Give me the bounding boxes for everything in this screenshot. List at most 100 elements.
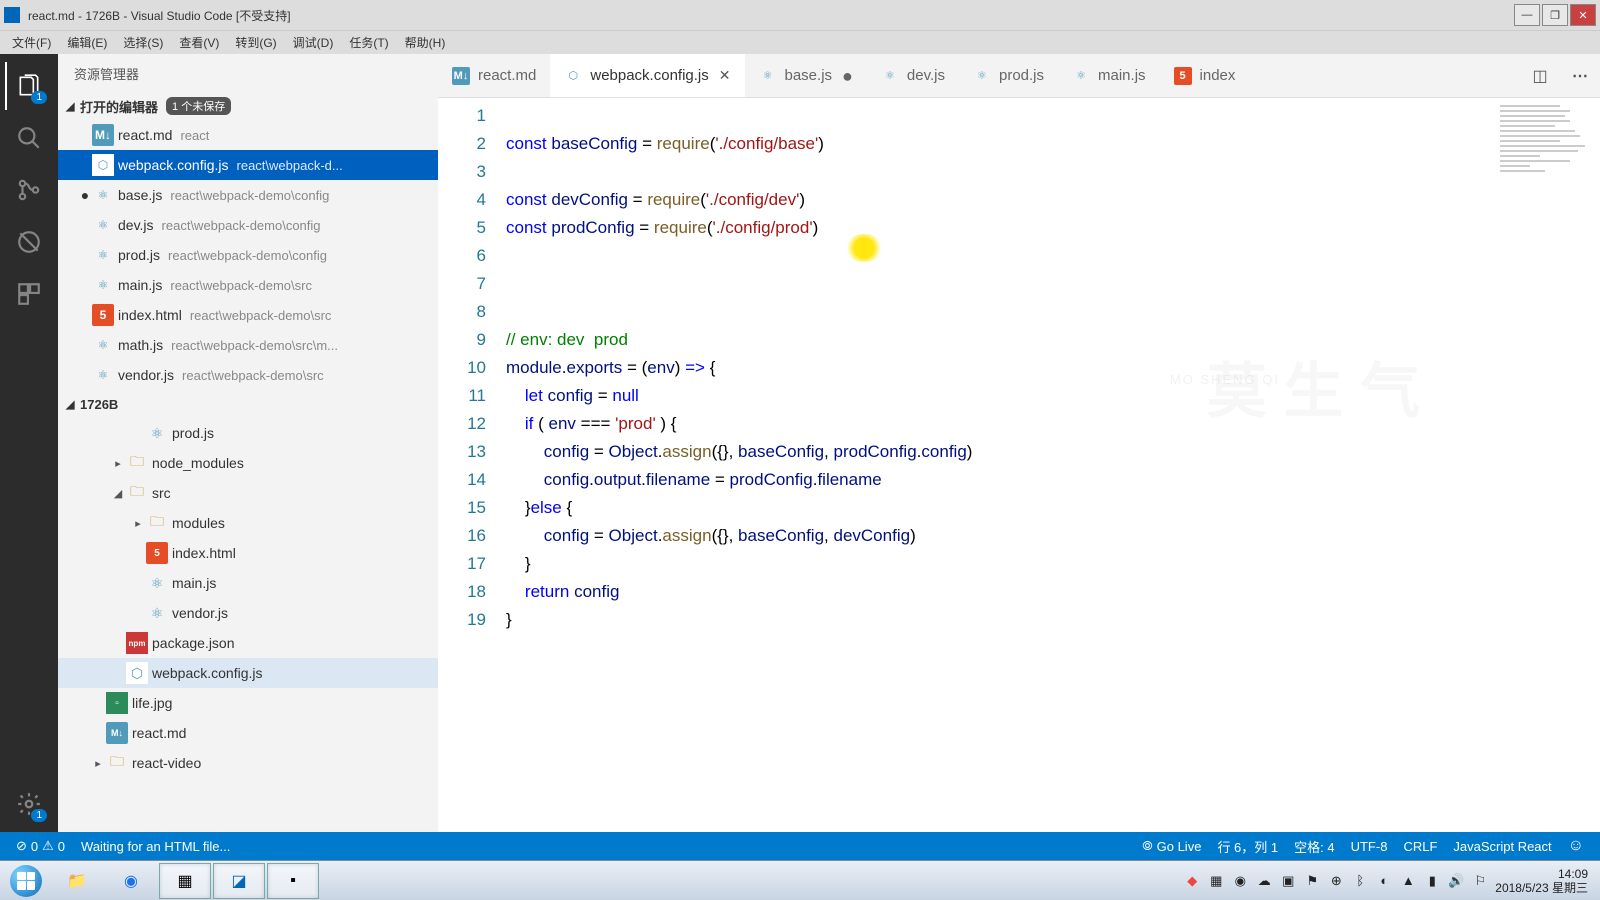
tree-item[interactable]: ◢🗀src xyxy=(58,478,438,508)
tray-icon[interactable]: ⊕ xyxy=(1327,872,1345,890)
tray-icon[interactable]: ◐ xyxy=(1375,872,1393,890)
settings-icon[interactable]: 1 xyxy=(5,780,53,828)
open-editor-item[interactable]: ⚛math.jsreact\webpack-demo\src\m... xyxy=(58,330,438,360)
open-editor-item[interactable]: ⬡webpack.config.jsreact\webpack-d... xyxy=(58,150,438,180)
open-editor-item[interactable]: ●⚛base.jsreact\webpack-demo\config xyxy=(58,180,438,210)
start-button[interactable] xyxy=(2,863,50,899)
clock[interactable]: 14:09 2018/5/23 星期三 xyxy=(1495,867,1592,895)
split-editor-icon[interactable]: ◫ xyxy=(1520,54,1560,97)
tree-item[interactable]: M↓react.md xyxy=(58,718,438,748)
menu-file[interactable]: 文件(F) xyxy=(4,34,59,51)
tree-item[interactable]: ▫life.jpg xyxy=(58,688,438,718)
tree-item[interactable]: ▸🗀modules xyxy=(58,508,438,538)
status-message[interactable]: Waiting for an HTML file... xyxy=(73,839,238,854)
menu-selection[interactable]: 选择(S) xyxy=(115,34,171,51)
status-spaces[interactable]: 空格: 4 xyxy=(1286,837,1342,856)
tray-icon[interactable]: ⚑ xyxy=(1303,872,1321,890)
editor-tab[interactable]: ⚛dev.js xyxy=(867,54,959,97)
tray-icon[interactable]: ☁ xyxy=(1255,872,1273,890)
tray-icon[interactable]: ◆ xyxy=(1183,872,1201,890)
tree-item[interactable]: ▸🗀node_modules xyxy=(58,448,438,478)
tree-item[interactable]: ⚛vendor.js xyxy=(58,598,438,628)
file-name: base.js xyxy=(118,187,162,203)
taskbar: 📁 ◉ ▦ ◪ ▪ ◆ ▦ ◉ ☁ ▣ ⚑ ⊕ ᛒ ◐ ▲ ▮ 🔊 ⚐ 14:0… xyxy=(0,860,1600,900)
go-live-button[interactable]: ⦾Go Live xyxy=(1134,838,1209,854)
open-editor-item[interactable]: ⚛dev.jsreact\webpack-demo\config xyxy=(58,210,438,240)
terminal-icon[interactable]: ▪ xyxy=(267,863,319,899)
menu-debug[interactable]: 调试(D) xyxy=(285,34,342,51)
open-editor-item[interactable]: ⚛prod.jsreact\webpack-demo\config xyxy=(58,240,438,270)
close-button[interactable]: ✕ xyxy=(1570,4,1596,26)
tray-icon[interactable]: ◉ xyxy=(1231,872,1249,890)
minimap[interactable] xyxy=(1500,102,1600,222)
code-area[interactable]: 12345678910111213141516171819 const base… xyxy=(438,98,1600,832)
taskbar-app-1[interactable]: ▦ xyxy=(159,863,211,899)
tree-item[interactable]: ▸🗀react-video xyxy=(58,748,438,778)
minimize-button[interactable]: — xyxy=(1514,4,1540,26)
tray-icon[interactable]: ▣ xyxy=(1279,872,1297,890)
project-header[interactable]: ◢ 1726B xyxy=(58,390,438,418)
search-icon[interactable] xyxy=(5,114,53,162)
editor-tab[interactable]: ⚛base.js● xyxy=(745,54,867,97)
debug-icon[interactable] xyxy=(5,218,53,266)
volume-icon[interactable]: 🔊 xyxy=(1447,872,1465,890)
open-editor-item[interactable]: M↓react.mdreact xyxy=(58,120,438,150)
file-name: react.md xyxy=(118,127,172,143)
tab-label: dev.js xyxy=(907,67,945,84)
menu-tasks[interactable]: 任务(T) xyxy=(341,34,396,51)
bluetooth-icon[interactable]: ᛒ xyxy=(1351,872,1369,890)
tray-icon[interactable]: ⚐ xyxy=(1471,872,1489,890)
open-editors-label: 打开的编辑器 xyxy=(80,97,158,116)
activity-bar: 1 1 xyxy=(0,54,58,832)
vscode-taskbar-icon[interactable]: ◪ xyxy=(213,863,265,899)
tree-item-label: prod.js xyxy=(172,425,214,441)
tree-item[interactable]: ⬡webpack.config.js xyxy=(58,658,438,688)
editor-tab[interactable]: ⬡webpack.config.js✕ xyxy=(550,54,744,97)
tree-item[interactable]: ⚛main.js xyxy=(58,568,438,598)
explorer-icon[interactable]: 1 xyxy=(5,62,53,110)
tab-bar: M↓react.md⬡webpack.config.js✕⚛base.js●⚛d… xyxy=(438,54,1600,98)
tray-icon[interactable]: ▲ xyxy=(1399,872,1417,890)
status-eol[interactable]: CRLF xyxy=(1395,839,1445,854)
menu-help[interactable]: 帮助(H) xyxy=(397,34,454,51)
source-control-icon[interactable] xyxy=(5,166,53,214)
menubar: 文件(F) 编辑(E) 选择(S) 查看(V) 转到(G) 调试(D) 任务(T… xyxy=(0,30,1600,54)
tree-item[interactable]: 5index.html xyxy=(58,538,438,568)
tree-item[interactable]: ⚛prod.js xyxy=(58,418,438,448)
menu-edit[interactable]: 编辑(E) xyxy=(59,34,115,51)
close-icon[interactable]: ✕ xyxy=(719,67,731,84)
file-path: react\webpack-d... xyxy=(237,158,343,173)
explorer-badge: 1 xyxy=(31,91,47,104)
window-titlebar: react.md - 1726B - Visual Studio Code [不… xyxy=(0,0,1600,30)
status-encoding[interactable]: UTF-8 xyxy=(1343,839,1396,854)
status-errors[interactable]: ⊘0⚠0 xyxy=(8,838,73,854)
file-explorer-icon[interactable]: 📁 xyxy=(51,863,103,899)
more-icon[interactable]: ⋯ xyxy=(1560,54,1600,97)
editor-tab[interactable]: ⚛main.js xyxy=(1058,54,1160,97)
file-name: main.js xyxy=(118,277,162,293)
tree-item[interactable]: npmpackage.json xyxy=(58,628,438,658)
extensions-icon[interactable] xyxy=(5,270,53,318)
open-editor-item[interactable]: 5index.htmlreact\webpack-demo\src xyxy=(58,300,438,330)
chevron-down-icon: ◢ xyxy=(66,100,80,113)
tree-item-label: main.js xyxy=(172,575,216,591)
open-editors-header[interactable]: ◢ 打开的编辑器 1 个未保存 xyxy=(58,92,438,120)
status-language[interactable]: JavaScript React xyxy=(1445,839,1559,854)
menu-view[interactable]: 查看(V) xyxy=(171,34,227,51)
editor-tab[interactable]: 5index xyxy=(1160,54,1250,97)
statusbar: ⊘0⚠0 Waiting for an HTML file... ⦾Go Liv… xyxy=(0,832,1600,860)
network-icon[interactable]: ▮ xyxy=(1423,872,1441,890)
status-ln-col[interactable]: 行 6，列 1 xyxy=(1209,837,1286,856)
chrome-icon[interactable]: ◉ xyxy=(105,863,157,899)
code-content[interactable]: const baseConfig = require('./config/bas… xyxy=(506,98,1600,832)
feedback-icon[interactable]: ☺ xyxy=(1560,837,1592,855)
menu-go[interactable]: 转到(G) xyxy=(227,34,284,51)
open-editor-item[interactable]: ⚛vendor.jsreact\webpack-demo\src xyxy=(58,360,438,390)
chevron-icon: ▸ xyxy=(110,457,126,470)
tray-icon[interactable]: ▦ xyxy=(1207,872,1225,890)
editor-tab[interactable]: M↓react.md xyxy=(438,54,550,97)
open-editor-item[interactable]: ⚛main.jsreact\webpack-demo\src xyxy=(58,270,438,300)
tab-label: prod.js xyxy=(999,67,1044,84)
editor-tab[interactable]: ⚛prod.js xyxy=(959,54,1058,97)
maximize-button[interactable]: ❐ xyxy=(1542,4,1568,26)
